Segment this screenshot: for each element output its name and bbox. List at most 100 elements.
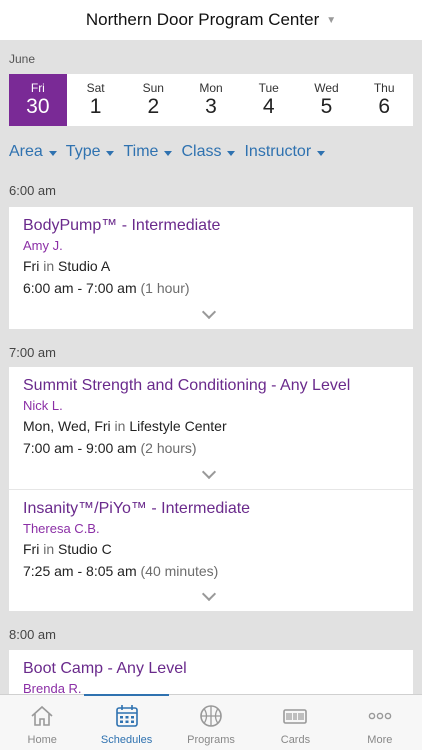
session-duration: (1 hour) [140, 280, 190, 296]
chevron-down-icon[interactable] [201, 586, 217, 602]
session-duration: (40 minutes) [140, 563, 219, 579]
day-name: Tue [258, 81, 279, 95]
time-group-label: 8:00 am [9, 627, 56, 642]
day-number: 4 [262, 95, 275, 118]
session-days: Fri [23, 258, 40, 274]
day-number: 30 [26, 95, 50, 118]
location-header[interactable]: Northern Door Program Center ▼ [0, 0, 422, 40]
dropdown-caret-icon: ▼ [326, 14, 337, 26]
tab-label: Cards [280, 734, 311, 746]
tab-label: Home [27, 734, 57, 746]
day-tue[interactable]: Tue 4 [240, 74, 298, 126]
session-days: Mon, Wed, Fri [23, 418, 111, 434]
session-card: BodyPump™ - Intermediate Amy J. Fri in S… [9, 207, 413, 329]
in-label: in [43, 258, 55, 274]
location-title: Northern Door Program Center [85, 10, 320, 29]
basketball-icon [200, 705, 222, 727]
day-name: Fri [30, 81, 45, 95]
filter-type[interactable]: Type [66, 143, 115, 161]
in-label: in [43, 541, 55, 557]
day-strip: Fri 30 Sat 1 Sun 2 Mon 3 Tue 4 Wed 5 Thu… [9, 74, 413, 126]
tab-label: Programs [187, 734, 235, 746]
session-time-range: 7:00 am - 9:00 am [23, 440, 137, 456]
session-item[interactable]: Insanity™/PiYo™ - Intermediate Theresa C… [9, 489, 413, 611]
filter-time[interactable]: Time [123, 143, 173, 161]
day-name: Mon [199, 81, 223, 95]
day-sun[interactable]: Sun 2 [124, 74, 182, 126]
time-group-label: 7:00 am [9, 345, 56, 360]
filter-label: Instructor [244, 143, 312, 160]
tab-programs[interactable]: Programs [169, 695, 253, 750]
session-instructor[interactable]: Theresa C.B. [23, 520, 399, 538]
day-number: 1 [89, 95, 102, 118]
session-item[interactable]: Summit Strength and Conditioning - Any L… [9, 367, 413, 489]
day-number: 3 [205, 95, 217, 118]
session-item[interactable]: BodyPump™ - Intermediate Amy J. Fri in S… [9, 207, 413, 329]
day-number: 5 [320, 95, 333, 118]
day-number: 6 [378, 95, 391, 118]
caret-down-icon [164, 150, 173, 156]
filter-label: Time [123, 143, 159, 160]
chevron-down-icon[interactable] [201, 304, 217, 320]
filter-class[interactable]: Class [181, 143, 236, 161]
session-title: Insanity™/PiYo™ - Intermediate [23, 500, 251, 517]
tab-label: More [367, 734, 393, 746]
caret-down-icon [48, 150, 57, 156]
session-instructor[interactable]: Brenda R. [23, 680, 399, 694]
session-location: Fri in Studio A [23, 257, 399, 276]
month-label: June [9, 52, 36, 66]
tab-cards[interactable]: Cards [253, 695, 337, 750]
session-location: Mon, Wed, Fri in Lifestyle Center [23, 417, 399, 436]
session-instructor[interactable]: Nick L. [23, 397, 399, 415]
home-icon [31, 705, 53, 726]
session-card: Boot Camp - Any Level Brenda R. [9, 650, 413, 694]
tab-more[interactable]: More [338, 695, 422, 750]
session-location: Fri in Studio C [23, 540, 399, 559]
day-fri[interactable]: Fri 30 [9, 74, 67, 126]
session-time: 6:00 am - 7:00 am (1 hour) [23, 279, 399, 298]
day-mon[interactable]: Mon 3 [182, 74, 240, 126]
session-instructor[interactable]: Amy J. [23, 237, 399, 255]
caret-down-icon [106, 150, 115, 156]
session-title: Boot Camp - Any Level [23, 660, 187, 677]
filter-label: Class [181, 143, 222, 160]
session-title: BodyPump™ - Intermediate [23, 217, 221, 234]
session-time-range: 6:00 am - 7:00 am [23, 280, 137, 296]
session-item[interactable]: Boot Camp - Any Level Brenda R. [9, 650, 413, 694]
in-label: in [114, 418, 126, 434]
session-room: Studio C [58, 541, 112, 557]
session-card: Summit Strength and Conditioning - Any L… [9, 367, 413, 611]
card-icon [283, 709, 308, 724]
session-time: 7:00 am - 9:00 am (2 hours) [23, 439, 399, 458]
session-title: Summit Strength and Conditioning - Any L… [23, 377, 351, 394]
filter-label: Area [9, 143, 43, 160]
session-duration: (2 hours) [140, 440, 197, 456]
tab-label: Schedules [100, 734, 153, 746]
more-icon [368, 712, 392, 720]
day-sat[interactable]: Sat 1 [67, 74, 125, 126]
caret-down-icon [317, 150, 326, 156]
day-name: Sun [142, 81, 164, 95]
chevron-down-icon[interactable] [201, 464, 217, 480]
session-time-range: 7:25 am - 8:05 am [23, 563, 137, 579]
filter-label: Type [65, 143, 101, 160]
day-name: Sat [86, 81, 105, 95]
filter-instructor[interactable]: Instructor [244, 143, 326, 161]
day-wed[interactable]: Wed 5 [298, 74, 356, 126]
day-name: Thu [373, 81, 395, 95]
day-name: Wed [314, 81, 339, 95]
tab-home[interactable]: Home [0, 695, 84, 750]
session-time: 7:25 am - 8:05 am (40 minutes) [23, 562, 399, 581]
session-room: Studio A [58, 258, 111, 274]
day-number: 2 [147, 95, 160, 118]
tab-schedules[interactable]: Schedules [84, 694, 170, 750]
day-thu[interactable]: Thu 6 [355, 74, 413, 126]
filter-bar: Area Type Time Class Instructor [9, 143, 334, 161]
tab-bar: Home Schedules Programs Cards More [0, 694, 422, 750]
session-days: Fri [23, 541, 40, 557]
session-room: Lifestyle Center [129, 418, 227, 434]
time-group-label: 6:00 am [9, 183, 56, 198]
filter-area[interactable]: Area [9, 143, 57, 161]
caret-down-icon [227, 150, 236, 156]
calendar-icon [115, 705, 138, 727]
